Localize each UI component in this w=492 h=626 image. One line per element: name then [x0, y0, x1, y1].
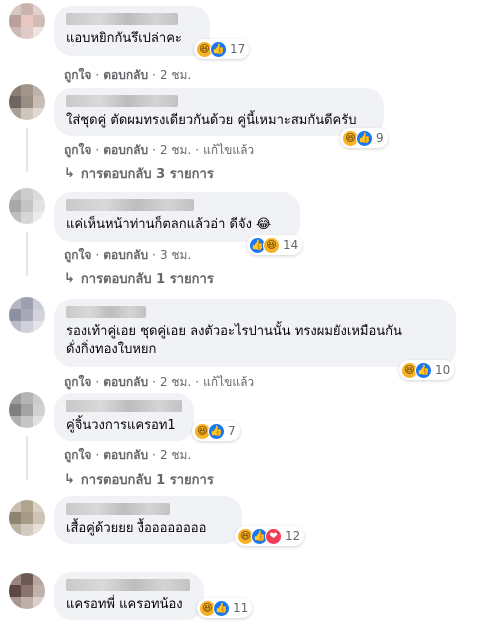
reaction-summary[interactable]: 😆 👍 17 — [194, 39, 250, 59]
thread-line — [26, 128, 28, 172]
reaction-summary[interactable]: 😆 👍 7 — [192, 421, 240, 441]
comment-actions: ถูกใจ · ตอบกลับ · 3 ชม. — [64, 248, 192, 262]
reaction-count: 7 — [228, 424, 236, 438]
reaction-summary[interactable]: 👍 😆 14 — [247, 235, 303, 255]
avatar[interactable] — [9, 188, 45, 224]
comment-actions: ถูกใจ · ตอบกลับ · 2 ชม. — [64, 68, 192, 82]
like-link[interactable]: ถูกใจ — [64, 143, 91, 157]
timestamp[interactable]: 3 ชม. — [160, 248, 191, 262]
author-name-blurred[interactable] — [66, 13, 178, 25]
comment-actions: ถูกใจ · ตอบกลับ · 2 ชม. — [64, 448, 192, 462]
avatar[interactable] — [9, 573, 45, 609]
thread-line — [26, 232, 28, 276]
comment-actions: ถูกใจ · ตอบกลับ · 2 ชม. · แก้ไขแล้ว — [64, 143, 255, 157]
reaction-summary[interactable]: 😆 👍 ❤ 12 — [235, 526, 305, 546]
view-replies-link[interactable]: ↳ การตอบกลับ 1 รายการ — [64, 469, 214, 490]
timestamp[interactable]: 2 ชม. — [160, 143, 191, 157]
comment-text: แครอทพี่ แครอทน้อง — [66, 597, 183, 612]
like-icon: 👍 — [210, 40, 227, 58]
author-name-blurred[interactable] — [66, 579, 190, 591]
comment-actions: ถูกใจ · ตอบกลับ · 2 ชม. · แก้ไขแล้ว — [64, 375, 255, 389]
reaction-count: 14 — [283, 238, 299, 252]
comment-bubble: คู่จิ้นวงการแครอท1 — [54, 393, 194, 441]
author-name-blurred[interactable] — [66, 503, 170, 515]
like-icon: 👍 — [213, 599, 230, 617]
timestamp[interactable]: 2 ชม. — [160, 375, 191, 389]
reaction-summary[interactable]: 😆 👍 9 — [340, 128, 388, 148]
view-replies-link[interactable]: ↳ การตอบกลับ 1 รายการ — [64, 268, 214, 289]
reply-link[interactable]: ตอบกลับ — [103, 68, 148, 82]
comment-text: แอบหยิกกันรึเปล่าคะ — [66, 31, 182, 46]
comment-text: แค่เห็นหน้าท่านก็ตลกแล้วอ่า ดีจัง 😂 — [66, 217, 272, 232]
reaction-summary[interactable]: 😆 👍 10 — [399, 360, 455, 380]
edited-label[interactable]: แก้ไขแล้ว — [203, 375, 254, 389]
timestamp[interactable]: 2 ชม. — [160, 68, 191, 82]
reply-link[interactable]: ตอบกลับ — [103, 248, 148, 262]
reply-arrow-icon: ↳ — [64, 271, 75, 286]
avatar[interactable] — [9, 84, 45, 120]
reply-arrow-icon: ↳ — [64, 166, 75, 181]
comment-bubble: รองเท้าคู่เอย ชุดคู่เอย ลงตัวอะไรปานนั้น… — [54, 299, 456, 367]
thread-line — [26, 436, 28, 480]
comment-text: เสื้อคู่ด้วยยย งื้ออออออออ — [66, 521, 207, 536]
reaction-summary[interactable]: 😆 👍 11 — [197, 598, 253, 618]
comment-bubble: เสื้อคู่ด้วยยย งื้ออออออออ — [54, 496, 242, 544]
author-name-blurred[interactable] — [66, 306, 146, 318]
like-link[interactable]: ถูกใจ — [64, 68, 91, 82]
comment-text: รองเท้าคู่เอย ชุดคู่เอย ลงตัวอะไรปานนั้น… — [66, 324, 402, 357]
edited-label[interactable]: แก้ไขแล้ว — [203, 143, 254, 157]
like-icon: 👍 — [208, 422, 225, 440]
avatar[interactable] — [9, 392, 45, 428]
reply-link[interactable]: ตอบกลับ — [103, 143, 148, 157]
like-link[interactable]: ถูกใจ — [64, 248, 91, 262]
view-replies-link[interactable]: ↳ การตอบกลับ 3 รายการ — [64, 163, 214, 184]
avatar[interactable] — [9, 297, 45, 333]
timestamp[interactable]: 2 ชม. — [160, 448, 191, 462]
avatar[interactable] — [9, 500, 45, 536]
haha-icon: 😆 — [263, 236, 280, 254]
comment-bubble: ใส่ชุดคู่ ตัดผมทรงเดียวกันด้วย คู่นี้เหม… — [54, 88, 384, 136]
comment-bubble: แครอทพี่ แครอทน้อง — [54, 572, 204, 620]
reaction-count: 12 — [285, 529, 301, 543]
comment-bubble: แอบหยิกกันรึเปล่าคะ — [54, 6, 210, 56]
reply-arrow-icon: ↳ — [64, 472, 75, 487]
like-link[interactable]: ถูกใจ — [64, 375, 91, 389]
like-icon: 👍 — [415, 361, 432, 379]
reaction-count: 10 — [435, 363, 451, 377]
reaction-count: 9 — [376, 131, 384, 145]
reply-link[interactable]: ตอบกลับ — [103, 448, 148, 462]
reaction-count: 17 — [230, 42, 246, 56]
author-name-blurred[interactable] — [66, 400, 182, 412]
comment-text: ใส่ชุดคู่ ตัดผมทรงเดียวกันด้วย คู่นี้เหม… — [66, 113, 357, 128]
like-link[interactable]: ถูกใจ — [64, 448, 91, 462]
author-name-blurred[interactable] — [66, 95, 178, 107]
author-name-blurred[interactable] — [66, 199, 194, 211]
love-icon: ❤ — [265, 527, 282, 545]
comment-text: คู่จิ้นวงการแครอท1 — [66, 418, 176, 433]
like-icon: 👍 — [356, 129, 373, 147]
avatar[interactable] — [9, 3, 45, 39]
reaction-count: 11 — [233, 601, 249, 615]
reply-link[interactable]: ตอบกลับ — [103, 375, 148, 389]
